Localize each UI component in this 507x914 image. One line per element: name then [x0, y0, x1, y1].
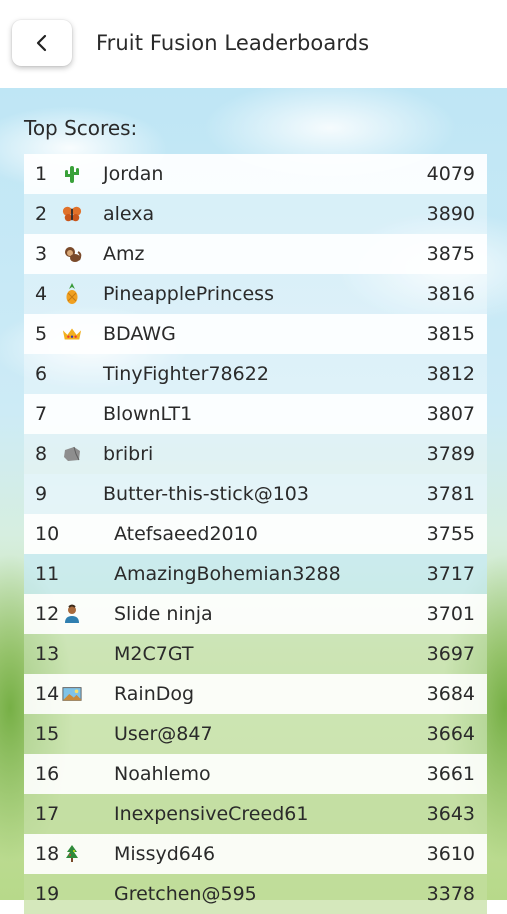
- rank: 17: [35, 803, 60, 825]
- score: 3643: [426, 803, 475, 825]
- picture-icon: [62, 684, 82, 704]
- score: 3815: [426, 323, 475, 345]
- player-name: bribri: [103, 443, 154, 465]
- rank: 5: [35, 323, 48, 345]
- butterfly-icon: [62, 204, 82, 224]
- leaderboard-row: 1 Jordan 4079: [24, 154, 487, 194]
- leaderboard-row: 12 Slide ninja 3701: [24, 594, 487, 634]
- page-title: Fruit Fusion Leaderboards: [96, 31, 370, 55]
- rank: 9: [35, 483, 48, 505]
- score: 3684: [426, 683, 475, 705]
- score: 3610: [426, 843, 475, 865]
- leaderboard-row: 7 BlownLT1 3807: [24, 394, 487, 434]
- leaderboard-row: 8 bribri 3789: [24, 434, 487, 474]
- player-name: Slide ninja: [114, 603, 213, 625]
- leaderboard-row: 14 RainDog 3684: [24, 674, 487, 714]
- crown-icon: [62, 324, 82, 344]
- score: 3664: [426, 723, 475, 745]
- header: Fruit Fusion Leaderboards: [0, 0, 507, 88]
- player-name: Missyd646: [114, 843, 216, 865]
- player-name: Amz: [103, 243, 145, 265]
- player-name: M2C7GT: [114, 643, 194, 665]
- player-name: alexa: [103, 203, 155, 225]
- player-name: PineapplePrincess: [103, 283, 274, 305]
- player-name: AmazingBohemian3288: [114, 563, 341, 585]
- player-name: BDAWG: [103, 323, 176, 345]
- score: 3812: [426, 363, 475, 385]
- rank: 16: [35, 763, 60, 785]
- score: 3890: [426, 203, 475, 225]
- rank: 6: [35, 363, 48, 385]
- score: 4079: [426, 163, 475, 185]
- player-name: InexpensiveCreed61: [114, 803, 309, 825]
- player-name: BlownLT1: [103, 403, 193, 425]
- leaderboard-row: 3 Amz 3875: [24, 234, 487, 274]
- rank: 15: [35, 723, 60, 745]
- leaderboard-list: 1 Jordan 4079 2 alexa 3890 3 Amz 3875 4 …: [24, 154, 487, 914]
- rank: 18: [35, 843, 60, 865]
- rank: 10: [35, 523, 60, 545]
- player-name: TinyFighter78622: [103, 363, 269, 385]
- leaderboard-row: 4 PineapplePrincess 3816: [24, 274, 487, 314]
- rock-icon: [62, 444, 82, 464]
- score: 3755: [426, 523, 475, 545]
- leaderboard-row: 11 AmazingBohemian3288 3717: [24, 554, 487, 594]
- chevron-left-icon: [36, 34, 47, 52]
- pineapple-icon: [62, 283, 82, 304]
- player-name: RainDog: [114, 683, 195, 705]
- leaderboard-row: 17 InexpensiveCreed61 3643: [24, 794, 487, 834]
- rank: 4: [35, 283, 48, 305]
- leaderboard-row: 6 TinyFighter78622 3812: [24, 354, 487, 394]
- player-name: User@847: [114, 723, 213, 745]
- score: 3875: [426, 243, 475, 265]
- leaderboard-row: 18 Missyd646 3610: [24, 834, 487, 874]
- section-title: Top Scores:: [24, 116, 138, 140]
- player-name: Gretchen@595: [114, 883, 257, 905]
- leaderboard-row: 5 BDAWG 3815: [24, 314, 487, 354]
- player-name: Jordan: [103, 163, 164, 185]
- player-name: Butter-this-stick@103: [103, 483, 309, 505]
- rank: 3: [35, 243, 48, 265]
- rank: 12: [35, 603, 60, 625]
- score: 3697: [426, 643, 475, 665]
- score: 3717: [426, 563, 475, 585]
- rank: 14: [35, 683, 60, 705]
- score: 3807: [426, 403, 475, 425]
- leaderboard-row: 15 User@847 3664: [24, 714, 487, 754]
- score: 3701: [426, 603, 475, 625]
- tree-icon: [62, 844, 82, 864]
- rank: 11: [35, 563, 60, 585]
- rank: 13: [35, 643, 60, 665]
- player-name: Atefsaeed2010: [114, 523, 258, 545]
- score: 3781: [426, 483, 475, 505]
- score: 3661: [426, 763, 475, 785]
- cactus-icon: [62, 164, 82, 184]
- rank: 1: [35, 163, 48, 185]
- leaderboard-row: 2 alexa 3890: [24, 194, 487, 234]
- score: 3789: [426, 443, 475, 465]
- score: 3816: [426, 283, 475, 305]
- leaderboard-row: 13 M2C7GT 3697: [24, 634, 487, 674]
- leaderboard-row: 16 Noahlemo 3661: [24, 754, 487, 794]
- leaderboard-row: 10 Atefsaeed2010 3755: [24, 514, 487, 554]
- rank: 19: [35, 883, 60, 905]
- back-button[interactable]: [12, 20, 72, 66]
- person-icon: [62, 604, 82, 624]
- leaderboard-row: 9 Butter-this-stick@103 3781: [24, 474, 487, 514]
- rank: 2: [35, 203, 48, 225]
- leaderboard-row: 19 Gretchen@595 3378: [24, 874, 487, 914]
- player-name: Noahlemo: [114, 763, 211, 785]
- rank: 8: [35, 443, 48, 465]
- monkey-icon: [62, 244, 82, 264]
- rank: 7: [35, 403, 48, 425]
- score: 3378: [426, 883, 475, 905]
